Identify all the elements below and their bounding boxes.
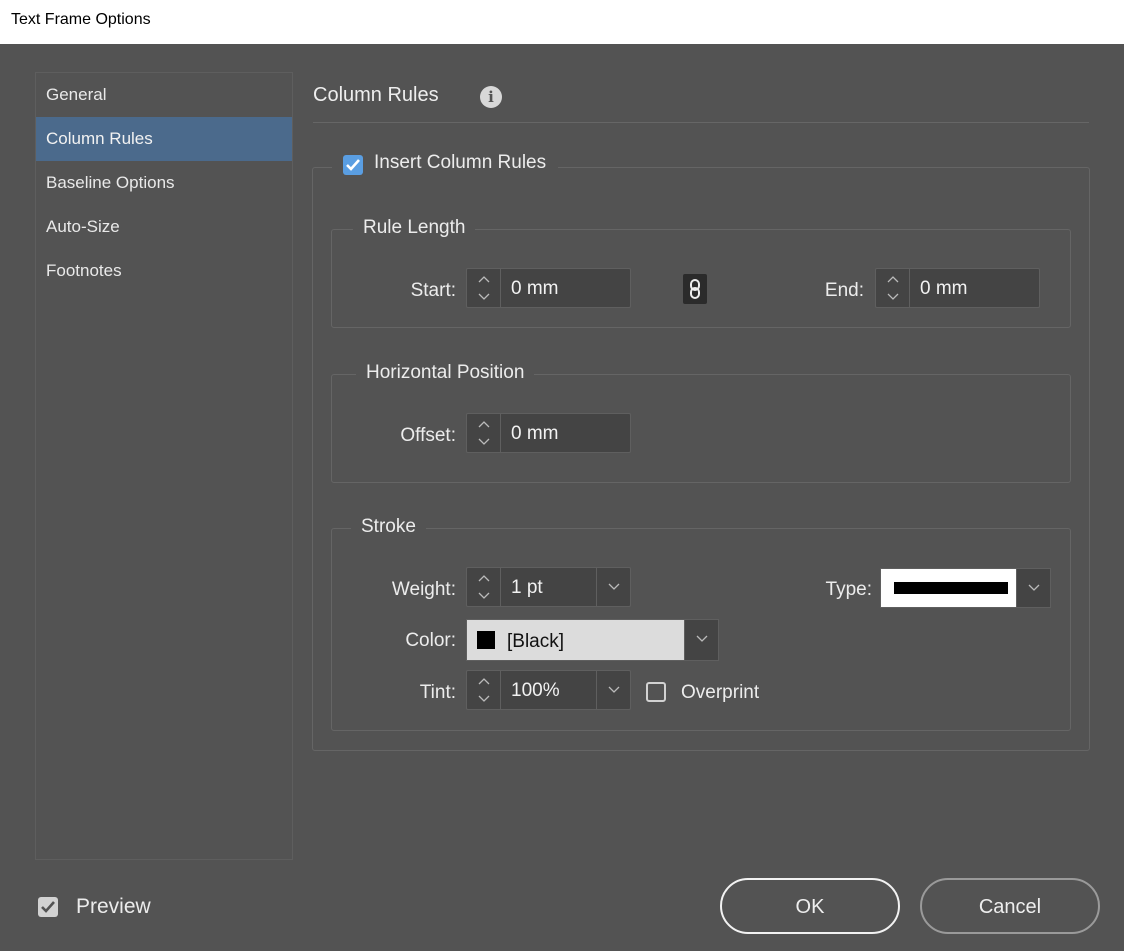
start-field[interactable]: 0 mm [466,268,631,308]
type-select[interactable] [880,568,1051,608]
offset-field[interactable]: 0 mm [466,413,631,453]
rule-length-title: Rule Length [353,217,476,239]
type-label: Type: [825,579,872,600]
sidebar-item-baseline-options[interactable]: Baseline Options [36,161,292,205]
insert-column-rules-label: Insert Column Rules [374,152,547,173]
sidebar-item-footnotes[interactable]: Footnotes [36,249,292,293]
tint-stepper[interactable] [467,671,501,709]
color-value: [Black] [507,631,565,652]
sidebar-item-general[interactable]: General [36,73,292,117]
offset-value[interactable]: 0 mm [511,423,559,445]
end-field[interactable]: 0 mm [875,268,1040,308]
sidebar: General Column Rules Baseline Options Au… [35,72,293,860]
window-title: Text Frame Options [0,0,1124,44]
sidebar-item-auto-size[interactable]: Auto-Size [36,205,292,249]
info-icon[interactable]: i [480,86,502,108]
weight-stepper[interactable] [467,568,501,606]
weight-dropdown[interactable] [596,568,630,606]
color-label: Color: [405,630,456,651]
offset-stepper[interactable] [467,414,501,452]
overprint-label: Overprint [681,682,760,703]
weight-value[interactable]: 1 pt [511,577,543,599]
tint-label: Tint: [419,682,456,703]
tint-field[interactable]: 100% [466,670,631,710]
color-dropdown[interactable] [684,620,718,660]
offset-label: Offset: [400,425,456,446]
panel-title: Column Rules [313,84,439,106]
start-value[interactable]: 0 mm [511,278,559,300]
sidebar-item-column-rules[interactable]: Column Rules [36,117,292,161]
divider [313,122,1089,123]
insert-column-rules-checkbox[interactable] [343,155,363,175]
cancel-button[interactable]: Cancel [920,878,1100,934]
tint-value[interactable]: 100% [511,680,560,702]
ok-button[interactable]: OK [720,878,900,934]
solid-line-preview [894,582,1008,594]
color-select[interactable]: [Black] [466,619,719,661]
chain-link-icon[interactable] [683,274,707,304]
tint-dropdown[interactable] [596,671,630,709]
preview-checkbox[interactable] [38,897,58,917]
insert-column-rules-legend: Insert Column Rules [332,152,559,174]
weight-label: Weight: [391,579,456,600]
end-value[interactable]: 0 mm [920,278,968,300]
overprint-checkbox[interactable] [646,682,666,702]
color-swatch [477,631,495,649]
start-stepper[interactable] [467,269,501,307]
preview-label: Preview [76,895,151,918]
horizontal-position-title: Horizontal Position [356,362,535,384]
end-label: End: [824,280,864,301]
end-stepper[interactable] [876,269,910,307]
type-dropdown[interactable] [1016,569,1050,607]
start-label: Start: [410,280,456,301]
weight-field[interactable]: 1 pt [466,567,631,607]
stroke-title: Stroke [351,516,426,538]
